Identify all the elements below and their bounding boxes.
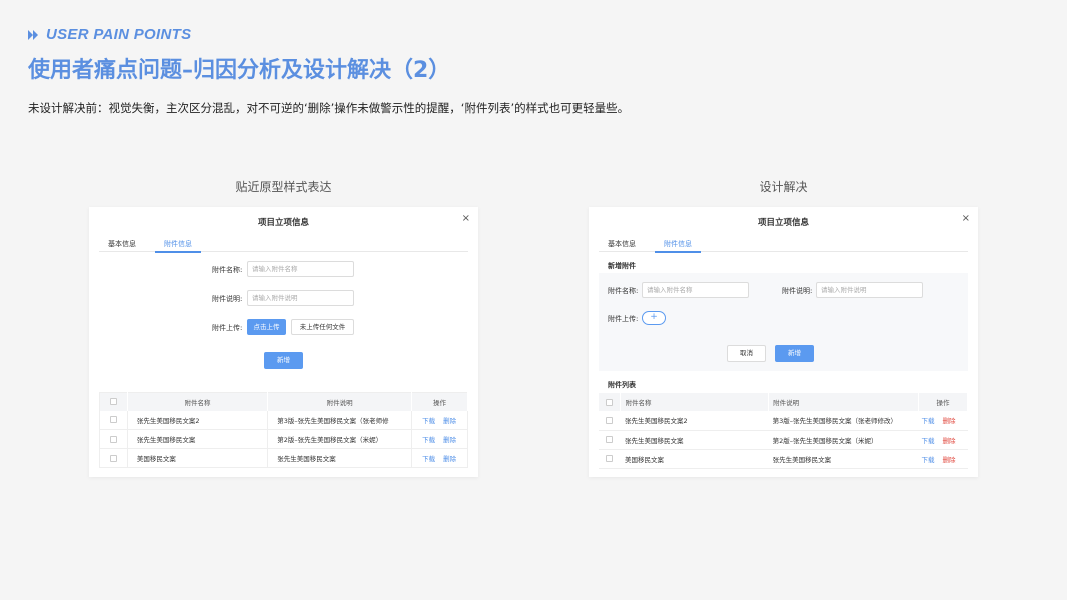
cell-desc: 第2版–张先生美国移民文案（米妮） [267,429,413,449]
upload-button[interactable]: 点击上传 [247,319,286,335]
table-header-row: 附件名称 附件说明 操作 [599,393,968,411]
table-row: 美国移民文案 张先生美国移民文案 下载 删除 [599,449,968,469]
left-panel-caption: 贴近原型样式表达 [235,180,332,194]
row-checkbox[interactable] [606,416,614,424]
table-row: 张先生美国移民文案 第2版–张先生美国移民文案（米妮） 下载 删除 [99,429,468,449]
table-header-row: 附件名称 附件说明 操作 [99,392,468,411]
tab-bar: 基本信息 附件信息 [599,237,968,253]
cell-name: 张先生美国移民文案2 [620,411,769,431]
download-link[interactable]: 下载 [922,456,935,464]
name-label: 附件名称: [608,287,639,295]
delete-link[interactable]: 删除 [443,436,456,444]
download-link[interactable]: 下载 [922,417,935,425]
desc-label: 附件说明: [782,287,813,295]
download-link[interactable]: 下载 [922,437,935,445]
delete-link[interactable]: 删除 [943,437,956,445]
select-all-checkbox[interactable] [109,398,117,406]
delete-link[interactable]: 删除 [443,417,456,425]
close-icon[interactable]: × [462,213,470,224]
header-name: 附件名称 [620,393,770,411]
name-label: 附件名称: [212,266,243,274]
row-checkbox[interactable] [606,455,614,462]
double-chevron-icon [28,29,38,40]
add-file-plus-icon[interactable]: + [642,311,666,325]
upload-label: 附件上传: [608,315,639,323]
cell-name: 张先生美国移民文案2 [127,410,269,430]
cell-desc: 张先生美国移民文案 [768,449,919,469]
row-checkbox[interactable] [109,435,117,443]
tab-attachment-info[interactable]: 附件信息 [655,239,701,253]
table-row: 张先生美国移民文案2 第3版–张先生美国移民文案（张老师修改） 下载 删除 [599,411,968,431]
page-description: 未设计解决前：视觉失衡，主次区分混乱，对不可逆的‘删除’操作未做警示性的提醒，‘… [28,101,630,115]
download-link[interactable]: 下载 [422,436,435,444]
tab-attachment-info[interactable]: 附件信息 [155,239,201,253]
row-checkbox[interactable] [109,454,117,462]
add-button[interactable]: 新增 [775,345,814,362]
desc-input[interactable]: 请输入附件说明 [816,282,923,298]
cell-name: 美国移民文案 [127,448,269,468]
section-eyebrow: USER PAIN POINTS [28,26,191,43]
table-row: 张先生美国移民文案2 第3版–张先生美国移民文案（张老师修 下载 删除 [99,410,468,430]
delete-link[interactable]: 删除 [943,417,956,425]
header-name: 附件名称 [127,392,269,411]
tab-basic-info[interactable]: 基本信息 [99,239,145,249]
row-checkbox[interactable] [606,436,614,443]
tab-bar: 基本信息 附件信息 [99,237,468,253]
modal-title: 项目立项信息 [757,218,809,228]
table-row: 张先生美国移民文案 第2版–张先生美国移民文案（米妮） 下载 删除 [599,430,968,450]
cell-name: 美国移民文案 [620,449,769,469]
download-link[interactable]: 下载 [422,417,435,425]
delete-link[interactable]: 删除 [943,456,956,464]
cell-desc: 张先生美国移民文案 [267,448,413,468]
header-desc: 附件说明 [267,392,413,411]
header-desc: 附件说明 [768,393,920,411]
download-link[interactable]: 下载 [422,455,435,463]
header-actions: 操作 [918,393,968,411]
tab-basic-info[interactable]: 基本信息 [599,239,645,249]
eyebrow-text: USER PAIN POINTS [46,26,192,43]
upload-label: 附件上传: [212,324,243,332]
cell-desc: 第3版–张先生美国移民文案（张老师修 [267,410,413,430]
upload-status: 未上传任何文件 [291,319,354,335]
right-modal: 项目立项信息 × 基本信息 附件信息 新增附件 附件名称: 请输入附件名称 附件… [589,207,978,477]
cell-name: 张先生美国移民文案 [127,429,269,449]
header-actions: 操作 [411,392,468,411]
modal-title: 项目立项信息 [257,218,309,228]
name-input[interactable]: 请输入附件名称 [247,261,354,277]
attachment-table: 附件名称 附件说明 操作 张先生美国移民文案2 第3版–张先生美国移民文案（张老… [99,392,468,468]
select-all-checkbox[interactable] [606,398,614,406]
desc-label: 附件说明: [212,295,243,303]
left-modal: 项目立项信息 × 基本信息 附件信息 附件名称: 请输入附件名称 附件说明: 请… [89,207,478,477]
attachment-list-heading: 附件列表 [608,381,636,389]
right-panel-caption: 设计解决 [759,180,808,194]
cell-name: 张先生美国移民文案 [620,430,769,450]
close-icon[interactable]: × [962,213,970,224]
delete-link[interactable]: 删除 [443,455,456,463]
row-checkbox[interactable] [109,416,117,424]
name-input[interactable]: 请输入附件名称 [642,282,749,298]
cell-desc: 第3版–张先生美国移民文案（张老师修改） [768,411,919,431]
cancel-button[interactable]: 取消 [727,345,766,362]
desc-input[interactable]: 请输入附件说明 [247,290,354,306]
cell-desc: 第2版–张先生美国移民文案（米妮） [768,430,919,450]
add-button[interactable]: 新增 [264,352,303,369]
page-title: 使用者痛点问题–归因分析及设计解决（2） [28,58,451,83]
new-attachment-heading: 新增附件 [608,262,636,270]
attachment-table: 附件名称 附件说明 操作 张先生美国移民文案2 第3版–张先生美国移民文案（张老… [599,393,968,469]
table-row: 美国移民文案 张先生美国移民文案 下载 删除 [99,448,468,468]
